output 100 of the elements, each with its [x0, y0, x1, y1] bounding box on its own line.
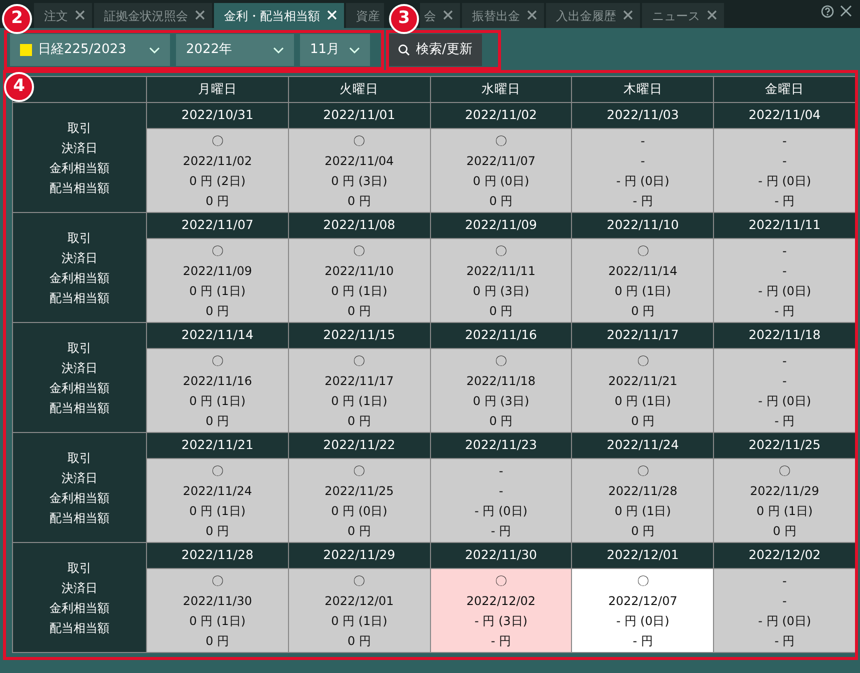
tab[interactable]: 振替出金: [462, 3, 544, 28]
dividend-amount: - 円: [774, 302, 796, 320]
trade-mark: -: [781, 572, 788, 590]
date-header: 2022/12/01: [572, 542, 714, 568]
row-label: 配当相当額: [48, 620, 110, 636]
dividend-amount: 0 円: [488, 412, 514, 430]
row-label: 取引: [66, 120, 92, 136]
weekday-header: 金曜日: [714, 76, 856, 102]
tab[interactable]: 証拠金状況照会: [94, 3, 212, 28]
settlement-date: 2022/11/10: [324, 262, 395, 280]
row-label: 取引: [66, 450, 92, 466]
dividend-amount: 0 円: [346, 192, 372, 210]
settlement-date: 2022/11/25: [324, 482, 395, 500]
date-header: 2022/11/14: [146, 322, 288, 348]
help-icon[interactable]: [821, 5, 834, 18]
settlement-date: 2022/11/28: [607, 482, 678, 500]
interest-amount: - 円 (0日): [615, 172, 670, 190]
close-icon[interactable]: [840, 5, 852, 17]
settlement-date: 2022/11/21: [607, 372, 678, 390]
row-label: 取引: [66, 340, 92, 356]
trade-mark: 〇: [210, 242, 224, 260]
close-icon[interactable]: [623, 10, 633, 20]
trade-mark: 〇: [352, 132, 366, 150]
interest-amount: 0 円 (0日): [472, 172, 530, 190]
row-label: 配当相当額: [48, 510, 110, 526]
dropdown[interactable]: 日経225/2023: [10, 34, 170, 66]
trade-mark: -: [498, 462, 504, 480]
row-label: 決済日: [60, 580, 98, 596]
settlement-date: -: [498, 482, 504, 500]
dividend-amount: 0 円: [346, 522, 372, 540]
dropdown[interactable]: 2022年: [176, 34, 294, 66]
dividend-amount: 0 円: [204, 192, 230, 210]
trade-mark: 〇: [210, 352, 224, 370]
dividend-amount: 0 円: [346, 302, 372, 320]
dividend-amount: 0 円: [346, 632, 372, 650]
date-header: 2022/11/08: [288, 212, 430, 238]
settlement-date: 2022/11/07: [465, 152, 537, 170]
date-header: 2022/11/28: [146, 542, 288, 568]
trade-mark: 〇: [494, 132, 508, 150]
interest-amount: 0 円 (1日): [188, 612, 247, 630]
date-header: 2022/11/17: [572, 322, 714, 348]
close-icon[interactable]: [75, 10, 85, 20]
dropdown[interactable]: 11月: [300, 34, 370, 66]
trade-mark: -: [781, 352, 788, 370]
weekday-header: 月曜日: [146, 76, 288, 102]
row-label: 配当相当額: [48, 180, 110, 196]
interest-amount: 0 円 (1日): [614, 502, 672, 520]
close-icon[interactable]: [527, 10, 537, 20]
tab[interactable]: 注文: [34, 3, 92, 28]
dividend-amount: - 円: [490, 632, 512, 650]
search-button[interactable]: 検索/更新: [388, 34, 482, 66]
settlement-date: 2022/11/29: [749, 482, 820, 500]
dividend-amount: 0 円: [204, 412, 230, 430]
interest-amount: - 円 (0日): [757, 172, 812, 190]
interest-amount: 0 円 (1日): [188, 282, 247, 300]
row-label: 金利相当額: [48, 160, 110, 176]
search-icon: [398, 44, 410, 56]
row-label: 決済日: [60, 250, 98, 266]
settlement-date: -: [781, 592, 788, 610]
date-header: 2022/11/07: [146, 212, 288, 238]
dividend-amount: 0 円: [204, 302, 230, 320]
date-header: 2022/11/09: [430, 212, 572, 238]
interest-amount: - 円 (3日): [474, 612, 528, 630]
date-header: 2022/11/24: [572, 432, 714, 458]
interest-amount: 0 円 (1日): [330, 612, 388, 630]
settlement-date: 2022/11/17: [324, 372, 395, 390]
row-label: 取引: [66, 230, 92, 246]
trade-mark: 〇: [210, 132, 224, 150]
weekday-header: 木曜日: [572, 76, 714, 102]
dividend-amount: 0 円: [772, 522, 798, 540]
interest-amount: 0 円 (1日): [188, 502, 247, 520]
date-header: 2022/10/31: [146, 102, 288, 128]
close-icon[interactable]: [195, 10, 205, 20]
tab[interactable]: 金利・配当相当額: [214, 3, 344, 28]
dividend-amount: - 円: [632, 632, 654, 650]
trade-mark: 〇: [778, 462, 792, 480]
dividend-amount: - 円: [490, 522, 512, 540]
settlement-date: -: [781, 262, 788, 280]
row-label: 金利相当額: [48, 380, 110, 396]
tab-fragment[interactable]: 会: [420, 3, 460, 28]
settlement-date: 2022/12/07: [607, 592, 678, 610]
interest-amount: 0 円 (3日): [472, 282, 530, 300]
date-header: 2022/11/29: [288, 542, 430, 568]
trade-mark: -: [640, 132, 646, 150]
tab[interactable]: ニュース: [642, 3, 724, 28]
row-label: 金利相当額: [48, 270, 110, 286]
interest-amount: 0 円 (1日): [755, 502, 814, 520]
row-label: 配当相当額: [48, 290, 110, 306]
close-icon[interactable]: [707, 10, 717, 20]
trade-mark: 〇: [636, 462, 650, 480]
tab[interactable]: 入出金履歴: [546, 3, 640, 28]
dividend-amount: 0 円: [630, 412, 656, 430]
dividend-amount: - 円: [632, 192, 654, 210]
date-header: 2022/11/02: [430, 102, 572, 128]
tab[interactable]: 資産: [346, 3, 384, 28]
date-header: 2022/11/16: [430, 322, 572, 348]
date-header: 2022/11/30: [430, 542, 572, 568]
trade-mark: 〇: [636, 572, 650, 590]
close-icon[interactable]: [443, 10, 453, 20]
interest-amount: - 円 (0日): [757, 612, 812, 630]
